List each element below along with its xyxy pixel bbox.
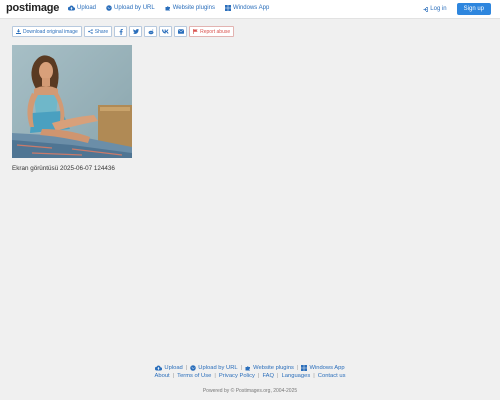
globe-icon	[106, 5, 112, 11]
login-link[interactable]: Log in	[423, 6, 447, 12]
sign-in-icon	[423, 6, 429, 12]
report-abuse-button[interactable]: Report abuse	[189, 26, 235, 37]
footer-separator: |	[257, 373, 260, 379]
nav-website-plugins-label: Website plugins	[172, 5, 215, 11]
footer-privacy[interactable]: Privacy Policy	[219, 373, 255, 379]
cloud-upload-icon	[68, 5, 75, 11]
footer-links-primary: Upload | Upload by URL | Website plugins…	[0, 365, 500, 371]
footer-windows-app-label: Windows App	[309, 365, 345, 371]
login-label: Log in	[430, 6, 447, 12]
nav-windows-app-label: Windows App	[232, 5, 270, 11]
puzzle-icon	[245, 366, 251, 371]
email-share-button[interactable]	[174, 26, 188, 37]
share-label: Share	[94, 28, 109, 35]
nav-links: Upload Upload by URL Website plugins Win…	[68, 5, 269, 11]
reddit-share-button[interactable]	[144, 26, 158, 37]
nav-upload-by-url[interactable]: Upload by URL	[106, 5, 155, 11]
share-icon	[87, 29, 93, 34]
footer-languages[interactable]: Languages	[282, 373, 311, 379]
email-icon	[177, 29, 184, 34]
vk-icon	[162, 29, 169, 34]
uploaded-image[interactable]	[12, 45, 132, 158]
footer-separator: |	[277, 373, 279, 379]
footer-separator: |	[185, 365, 188, 371]
nav-upload-label: Upload	[77, 5, 97, 11]
facebook-icon	[119, 28, 123, 35]
footer-links-secondary: About | Terms of Use | Privacy Policy | …	[0, 373, 500, 379]
twitter-share-button[interactable]	[129, 26, 143, 37]
footer-about[interactable]: About	[155, 373, 170, 379]
footer-upload[interactable]: Upload	[155, 365, 183, 371]
footer-website-plugins[interactable]: Website plugins	[245, 365, 294, 371]
image-toolbar: Download original image Share Report abu…	[12, 26, 235, 37]
footer-separator: |	[172, 373, 175, 379]
reddit-icon	[148, 29, 154, 34]
site-logo[interactable]: postimage	[6, 2, 59, 14]
globe-icon	[190, 365, 197, 371]
cloud-upload-icon	[155, 365, 163, 371]
top-navbar: postimage Upload Upload by URL Website p…	[0, 0, 500, 19]
footer-separator: |	[240, 365, 243, 371]
footer-upload-by-url-label: Upload by URL	[198, 365, 238, 371]
nav-website-plugins[interactable]: Website plugins	[165, 5, 215, 11]
nav-windows-app[interactable]: Windows App	[224, 5, 270, 11]
footer-faq[interactable]: FAQ	[262, 373, 274, 379]
footer-separator: |	[296, 365, 299, 371]
footer-windows-app[interactable]: Windows App	[301, 365, 345, 371]
nav-upload[interactable]: Upload	[68, 5, 96, 11]
footer-separator: |	[313, 373, 315, 379]
photo-illustration	[12, 45, 132, 158]
footer-separator: |	[214, 373, 216, 379]
puzzle-icon	[165, 6, 170, 11]
twitter-icon	[132, 29, 139, 34]
windows-icon	[224, 5, 231, 11]
logo-text-post: post	[6, 2, 29, 14]
footer-website-plugins-label: Website plugins	[253, 365, 294, 371]
download-original-button[interactable]: Download original image	[12, 26, 82, 37]
nav-right: Log in Sign up	[423, 3, 491, 15]
vk-share-button[interactable]	[159, 26, 173, 37]
report-label: Report abuse	[200, 28, 231, 35]
download-label: Download original image	[23, 28, 78, 35]
footer-upload-by-url[interactable]: Upload by URL	[190, 365, 238, 371]
footer-terms[interactable]: Terms of Use	[177, 373, 211, 379]
logo-text-image: image	[28, 2, 60, 14]
footer-copyright: Powered by © Postimages.org, 2004-2025	[202, 388, 298, 394]
download-icon	[16, 29, 21, 34]
footer-upload-label: Upload	[164, 365, 183, 371]
share-button[interactable]: Share	[83, 26, 113, 37]
image-caption: Ekran görüntüsü 2025-06-07 124436	[12, 165, 115, 172]
facebook-share-button[interactable]	[114, 26, 128, 37]
footer-contact[interactable]: Contact us	[318, 373, 346, 379]
windows-icon	[301, 365, 308, 371]
flag-icon	[193, 29, 198, 34]
signup-button[interactable]: Sign up	[456, 3, 491, 15]
nav-upload-by-url-label: Upload by URL	[114, 5, 155, 11]
